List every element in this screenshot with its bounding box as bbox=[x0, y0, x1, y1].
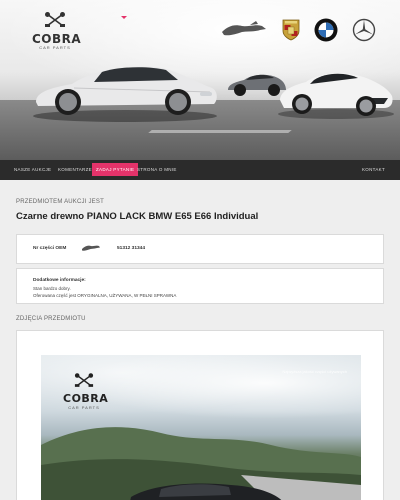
info-line: Stan bardzo dobry. bbox=[33, 286, 71, 291]
pistons-icon bbox=[45, 12, 65, 27]
jaguar-f-type-image bbox=[278, 73, 394, 119]
subject-label: PRZEDMIOTEM AUKCJI JEST bbox=[16, 199, 104, 205]
brand-logos bbox=[220, 18, 376, 42]
photo-landscape bbox=[41, 427, 361, 500]
logo-text: COBRA bbox=[32, 32, 82, 46]
item-photo[interactable]: COBRA CAR PARTS Najwyższa jakość części … bbox=[41, 355, 361, 500]
nav-item-strona-o-mnie[interactable]: STRONA O MNIE bbox=[133, 160, 181, 180]
info-line: Oferowana część jest ORYGINALNA, UŻYWANA… bbox=[33, 293, 177, 298]
jaguar-logo-icon bbox=[222, 21, 266, 36]
info-box: Dodatkowe informacje: Stan bardzo dobry.… bbox=[16, 268, 384, 304]
photo-logo-text: COBRA bbox=[63, 392, 109, 405]
photos-label: ZDJĘCIA PRZEDMIOTU bbox=[16, 316, 86, 322]
nav-item-kontakt[interactable]: KONTAKT bbox=[358, 160, 389, 180]
info-title: Dodatkowe informacje: bbox=[33, 278, 86, 283]
main-nav: NASZE AUKCJE KOMENTARZE ZADAJ PYTANIE ST… bbox=[0, 160, 400, 180]
nav-item-nasze-aukcje[interactable]: NASZE AUKCJE bbox=[10, 160, 55, 180]
oem-label: Nr części OEM bbox=[33, 246, 67, 251]
oem-box: Nr części OEM 51312 31344 bbox=[16, 234, 384, 264]
nav-item-zadaj-pytanie[interactable]: ZADAJ PYTANIE bbox=[92, 163, 139, 176]
photo-logo: COBRA CAR PARTS bbox=[63, 373, 109, 411]
photo-caption: Najwyższa jakość części używanych bbox=[282, 369, 347, 374]
active-caret-icon bbox=[121, 16, 127, 19]
pistons-icon bbox=[74, 373, 94, 387]
nav-item-komentarze[interactable]: KOMENTARZE bbox=[54, 160, 96, 180]
porsche-logo-icon bbox=[282, 19, 300, 41]
porsche-911-image bbox=[33, 66, 217, 122]
photos-box: COBRA CAR PARTS Najwyższa jakość części … bbox=[16, 330, 384, 500]
photo-logo-subtitle: CAR PARTS bbox=[68, 405, 100, 410]
page-title: Czarne drewno PIANO LACK BMW E65 E66 Ind… bbox=[16, 211, 259, 222]
mercedes-logo-icon bbox=[352, 18, 376, 42]
hero-banner: COBRA CAR PARTS bbox=[0, 0, 400, 160]
jaguar-logo-icon bbox=[82, 245, 100, 251]
logo[interactable]: COBRA CAR PARTS bbox=[32, 12, 82, 51]
bmw-logo-icon bbox=[314, 18, 338, 42]
oem-number: 51312 31344 bbox=[117, 246, 146, 251]
